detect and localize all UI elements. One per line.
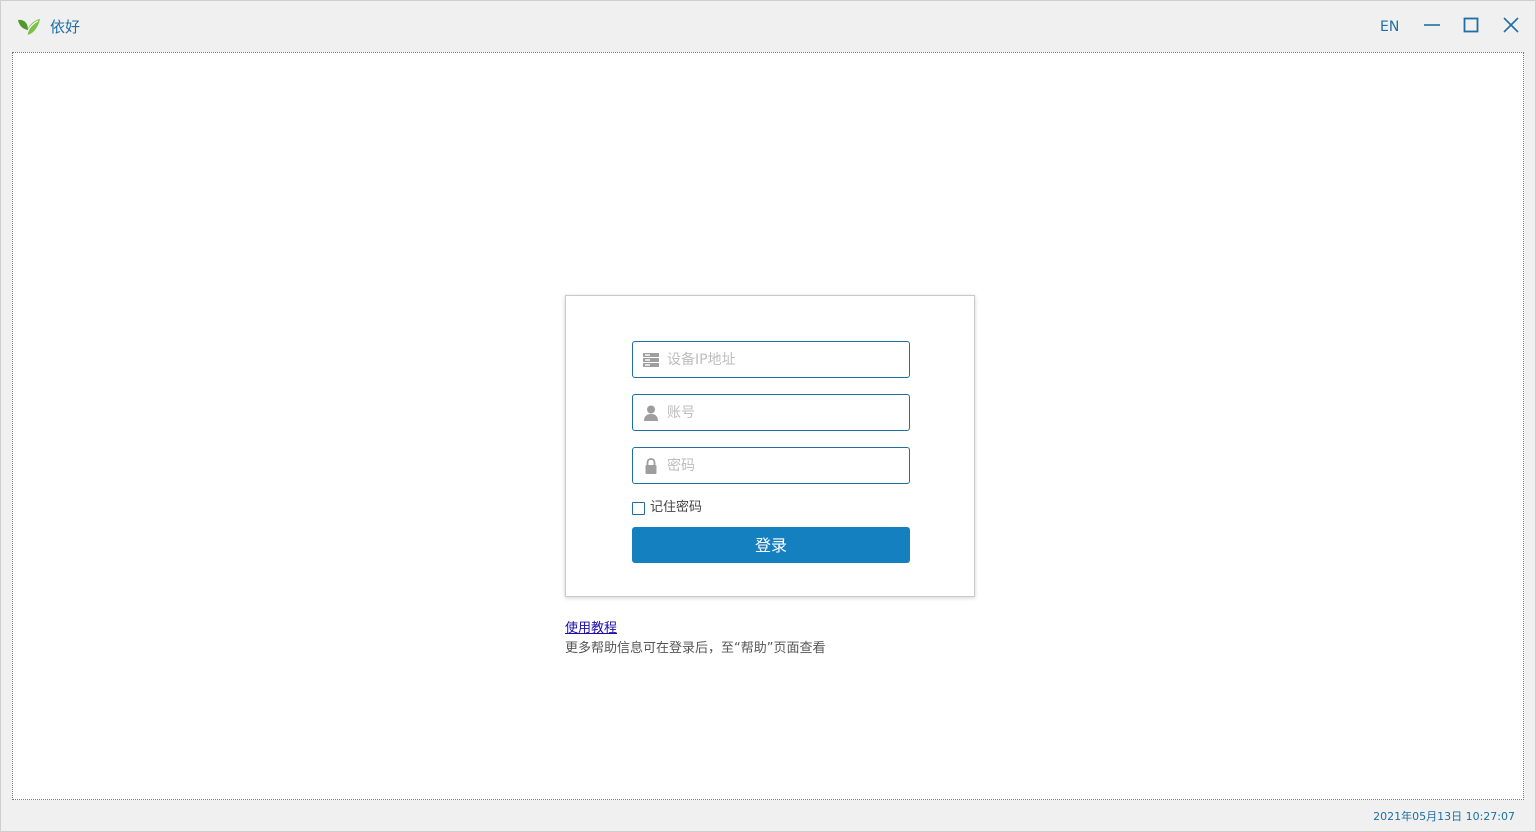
app-window: 依好 EN 设备IP地址 账号 记住密码 登录 使用教程 更多帮助信息可在登录后… [0,0,1536,832]
user-icon [642,404,660,422]
tutorial-link[interactable]: 使用教程 [565,620,617,638]
maximize-icon[interactable] [1459,13,1483,37]
lock-icon [642,457,660,475]
account-input[interactable] [667,395,903,430]
device-ip-input[interactable] [667,342,903,377]
password-field[interactable] [632,447,910,484]
app-title: 依好 [50,18,81,36]
account-field[interactable] [632,394,910,431]
device-ip-field[interactable] [632,341,910,378]
login-card: 记住密码 登录 [565,295,975,597]
minimize-icon[interactable] [1420,13,1444,37]
main-content: 记住密码 登录 使用教程 更多帮助信息可在登录后，至“帮助”页面查看 [12,52,1524,800]
password-input[interactable] [667,448,903,483]
server-icon [642,351,660,369]
leaf-logo-icon [16,16,42,38]
remember-password[interactable]: 记住密码 [632,499,702,517]
login-button[interactable]: 登录 [632,527,910,563]
close-icon[interactable] [1499,13,1523,37]
remember-password-label: 记住密码 [650,500,703,515]
language-switch-button[interactable]: EN [1380,17,1399,37]
title-bar: 依好 EN [1,1,1535,51]
remember-password-checkbox[interactable] [632,501,645,515]
status-datetime: 2021年05月13日 10:27:07 [1373,810,1515,823]
help-info-text: 更多帮助信息可在登录后，至“帮助”页面查看 [565,641,826,656]
